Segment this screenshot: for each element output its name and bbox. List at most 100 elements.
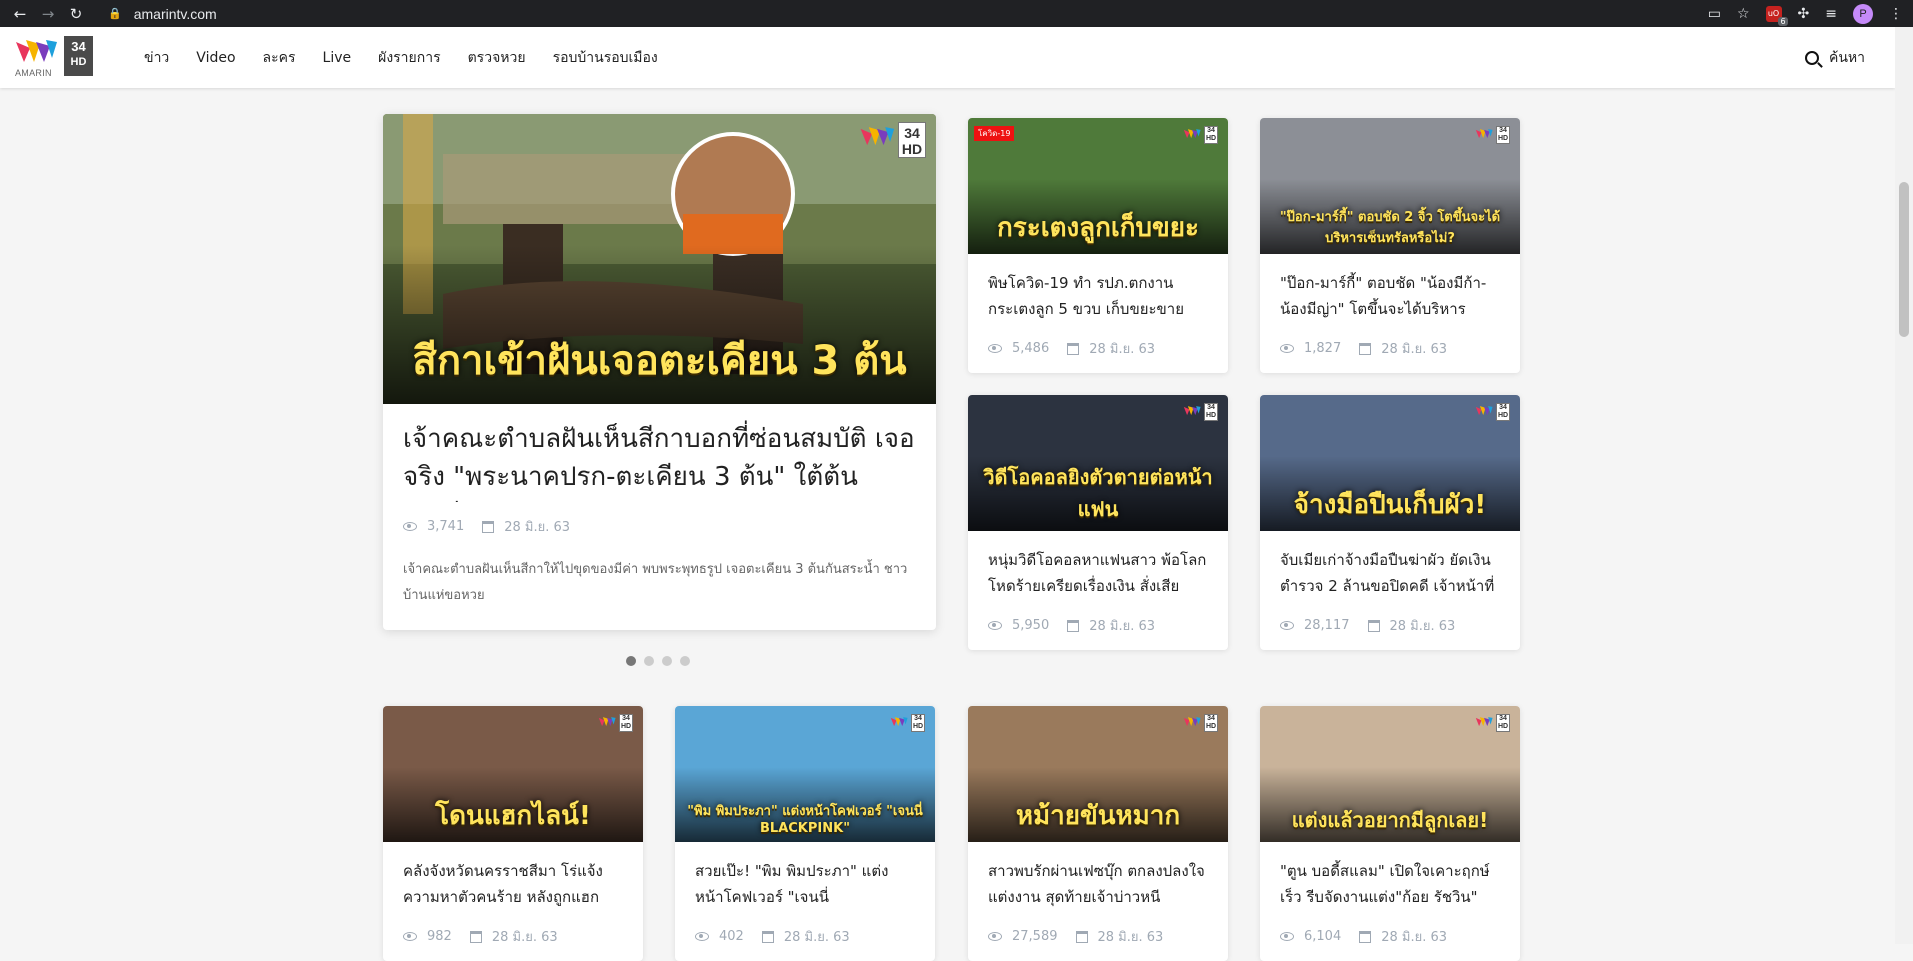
chrome-menu-icon[interactable]: ⋮ xyxy=(1889,6,1903,22)
article-meta: 402 28 มิ.ย. 63 xyxy=(675,912,935,961)
article-title[interactable]: สวยเป๊ะ! "พิม พิมประภา" แต่งหน้าโคฟเวอร์… xyxy=(675,842,935,912)
article-thumbnail[interactable]: 34 HD "ป๊อก-มาร์กี้" ตอบชัด 2 จิ้ว โตขึ้นจ… xyxy=(1260,118,1520,254)
watermark-hd: HD xyxy=(620,723,632,730)
article-thumbnail[interactable]: 34 HD โดนแฮกไลน์! xyxy=(383,706,643,842)
watermark-badge: 34 HD xyxy=(619,714,633,732)
featured-title[interactable]: เจ้าคณะตำบลฝันเห็นสีกาบอกที่ซ่อนสมบัติ เ… xyxy=(383,404,936,502)
publish-date: 28 มิ.ย. 63 xyxy=(1389,619,1456,634)
eye-icon xyxy=(403,932,417,941)
image-caption: "พิม พิมประภา" แต่งหน้าโคฟเวอร์ "เจนนี่ … xyxy=(687,804,923,836)
article-thumbnail[interactable]: 34 HD "พิม พิมประภา" แต่งหน้าโคฟเวอร์ "เจน… xyxy=(675,706,935,842)
featured-article-card[interactable]: 34 HD สีกาเข้าฝันเจอตะเคียน 3 ต้น เจ้าคณะ… xyxy=(383,114,936,630)
carousel-dot[interactable] xyxy=(662,656,672,666)
bookmark-star-icon[interactable]: ☆ xyxy=(1737,6,1750,22)
search-button[interactable]: ค้นหา xyxy=(1804,27,1865,88)
article-thumbnail[interactable]: 34 HD แต่งแล้วอยากมีลูกเลย! xyxy=(1260,706,1520,842)
extensions-puzzle-icon[interactable]: ✣ xyxy=(1798,6,1810,22)
cast-icon[interactable]: ▭ xyxy=(1708,6,1721,22)
article-card[interactable]: 34 HD วิดีโอคอลยิงตัวตายต่อหน้าแฟน หนุ่มวิด… xyxy=(968,395,1228,650)
article-card[interactable]: 34 HD "ป๊อก-มาร์กี้" ตอบชัด 2 จิ้ว โตขึ้นจ… xyxy=(1260,118,1520,373)
publish-date: 28 มิ.ย. 63 xyxy=(1381,342,1448,357)
view-count: 5,950 xyxy=(1012,618,1050,633)
back-arrow-icon[interactable]: ← xyxy=(6,5,34,23)
channel-number: 34 xyxy=(71,39,86,54)
watermark-badge: 34 HD xyxy=(1496,403,1510,421)
reload-icon[interactable]: ↻ xyxy=(62,5,90,23)
view-count: 28,117 xyxy=(1304,618,1350,633)
article-title[interactable]: หนุ่มวิดีโอคอลหาแฟนสาว พ้อโลกโหดร้ายเครี… xyxy=(968,531,1228,601)
watermark-num: 34 xyxy=(904,125,920,141)
page-scrollbar[interactable] xyxy=(1895,27,1913,944)
watermark-hd: HD xyxy=(1497,135,1509,142)
menu-item-live[interactable]: Live xyxy=(323,50,352,66)
eye-icon xyxy=(1280,344,1294,353)
calendar-icon xyxy=(469,930,482,943)
amarin-watermark-icon xyxy=(890,717,908,727)
menu-item-schedule[interactable]: ผังรายการ xyxy=(378,47,440,69)
amarin-logo[interactable]: AMARIN 34 HD xyxy=(14,36,93,78)
scrollbar-thumb[interactable] xyxy=(1899,182,1909,337)
article-thumbnail[interactable]: 34 HD จ้างมือปืนเก็บผัว! xyxy=(1260,395,1520,531)
article-card[interactable]: 34 HD จ้างมือปืนเก็บผัว! จับเมียเก่าจ้างมือ… xyxy=(1260,395,1520,650)
view-count: 982 xyxy=(427,929,452,944)
article-title[interactable]: พิษโควิด-19 ทำ รปภ.ตกงาน กระเตงลูก 5 ขวบ… xyxy=(968,254,1228,324)
logo-wordmark: AMARIN xyxy=(15,68,52,78)
eye-icon xyxy=(1280,621,1294,630)
article-thumbnail[interactable]: โควิด-19 34 HD กระเตงลูกเก็บขยะ xyxy=(968,118,1228,254)
carousel-dot[interactable] xyxy=(644,656,654,666)
watermark-hd: HD xyxy=(901,141,923,157)
article-card[interactable]: 34 HD "พิม พิมประภา" แต่งหน้าโคฟเวอร์ "เจน… xyxy=(675,706,935,961)
profile-avatar[interactable]: P xyxy=(1853,3,1873,24)
article-thumbnail[interactable]: 34 HD หม้ายขันหมาก xyxy=(968,706,1228,842)
channel-watermark: 34 HD xyxy=(1475,403,1510,421)
eye-icon xyxy=(1280,932,1294,941)
channel-watermark: 34 HD xyxy=(1475,126,1510,144)
article-title[interactable]: สาวพบรักผ่านเฟซบุ๊ก ตกลงปลงใจแต่งงาน สุด… xyxy=(968,842,1228,912)
carousel-dots xyxy=(626,656,690,666)
view-count: 6,104 xyxy=(1304,929,1342,944)
menu-item-drama[interactable]: ละคร xyxy=(263,47,296,69)
carousel-dot[interactable] xyxy=(626,656,636,666)
view-count: 1,827 xyxy=(1304,341,1342,356)
article-title[interactable]: จับเมียเก่าจ้างมือปืนฆ่าผัว ยัดเงินตำรวจ… xyxy=(1260,531,1520,601)
view-count: 402 xyxy=(719,929,744,944)
article-title[interactable]: คลังจังหวัดนครราชสีมา โร่แจ้งความหาตัวคน… xyxy=(383,842,643,912)
article-card[interactable]: 34 HD โดนแฮกไลน์! คลังจังหวัดนครราชสีมา โร่… xyxy=(383,706,643,961)
article-meta: 5,950 28 มิ.ย. 63 xyxy=(968,601,1228,650)
carousel-dot[interactable] xyxy=(680,656,690,666)
view-count: 5,486 xyxy=(1012,341,1050,356)
ublock-extension-icon[interactable]: uO 6 xyxy=(1765,5,1788,26)
watermark-num: 34 xyxy=(1499,127,1507,134)
calendar-icon xyxy=(1067,619,1080,632)
menu-item-lottery[interactable]: ตรวจหวย xyxy=(468,47,526,69)
eye-icon xyxy=(988,621,1002,630)
watermark-badge: 34 HD xyxy=(898,122,926,158)
image-caption: แต่งแล้วอยากมีลูกเลย! xyxy=(1291,808,1489,832)
watermark-hd: HD xyxy=(1497,412,1509,419)
channel-hd: HD xyxy=(70,56,87,68)
menu-item-video[interactable]: Video xyxy=(196,50,235,66)
image-caption: โดนแฮกไลน์! xyxy=(435,801,591,831)
image-caption: กระเตงลูกเก็บขยะ xyxy=(997,213,1199,243)
menu-item-news[interactable]: ข่าว xyxy=(144,47,169,69)
article-thumbnail[interactable]: 34 HD วิดีโอคอลยิงตัวตายต่อหน้าแฟน xyxy=(968,395,1228,531)
forward-arrow-icon[interactable]: → xyxy=(34,5,62,23)
article-meta: 1,827 28 มิ.ย. 63 xyxy=(1260,324,1520,373)
amarin-watermark-icon xyxy=(1183,717,1201,727)
article-card[interactable]: 34 HD แต่งแล้วอยากมีลูกเลย! "ตูน บอดี้สแลม"… xyxy=(1260,706,1520,961)
featured-thumbnail[interactable]: 34 HD สีกาเข้าฝันเจอตะเคียน 3 ต้น xyxy=(383,114,936,404)
menu-item-around-town[interactable]: รอบบ้านรอบเมือง xyxy=(553,47,658,69)
watermark-num: 34 xyxy=(1207,127,1215,134)
watermark-num: 34 xyxy=(1207,715,1215,722)
media-queue-icon[interactable]: ≡ xyxy=(1825,6,1837,22)
article-title[interactable]: "ป๊อก-มาร์กี้" ตอบชัด "น้องมีก้า-น้องมีญ… xyxy=(1260,254,1520,324)
article-card[interactable]: 34 HD หม้ายขันหมาก สาวพบรักผ่านเฟซบุ๊ก ตกลง… xyxy=(968,706,1228,961)
calendar-icon xyxy=(1067,342,1080,355)
article-title[interactable]: "ตูน บอดี้สแลม" เปิดใจเคาะฤกษ์เร็ว รีบจั… xyxy=(1260,842,1520,912)
channel-watermark: 34 HD xyxy=(598,714,633,732)
channel-watermark: 34 HD xyxy=(1183,714,1218,732)
article-card[interactable]: โควิด-19 34 HD กระเตงลูกเก็บขยะ พิษโควิด-19 … xyxy=(968,118,1228,373)
watermark-badge: 34 HD xyxy=(1204,714,1218,732)
amarin-watermark-icon xyxy=(1183,129,1201,139)
address-bar[interactable]: 🔒 amarintv.com xyxy=(108,2,1678,25)
